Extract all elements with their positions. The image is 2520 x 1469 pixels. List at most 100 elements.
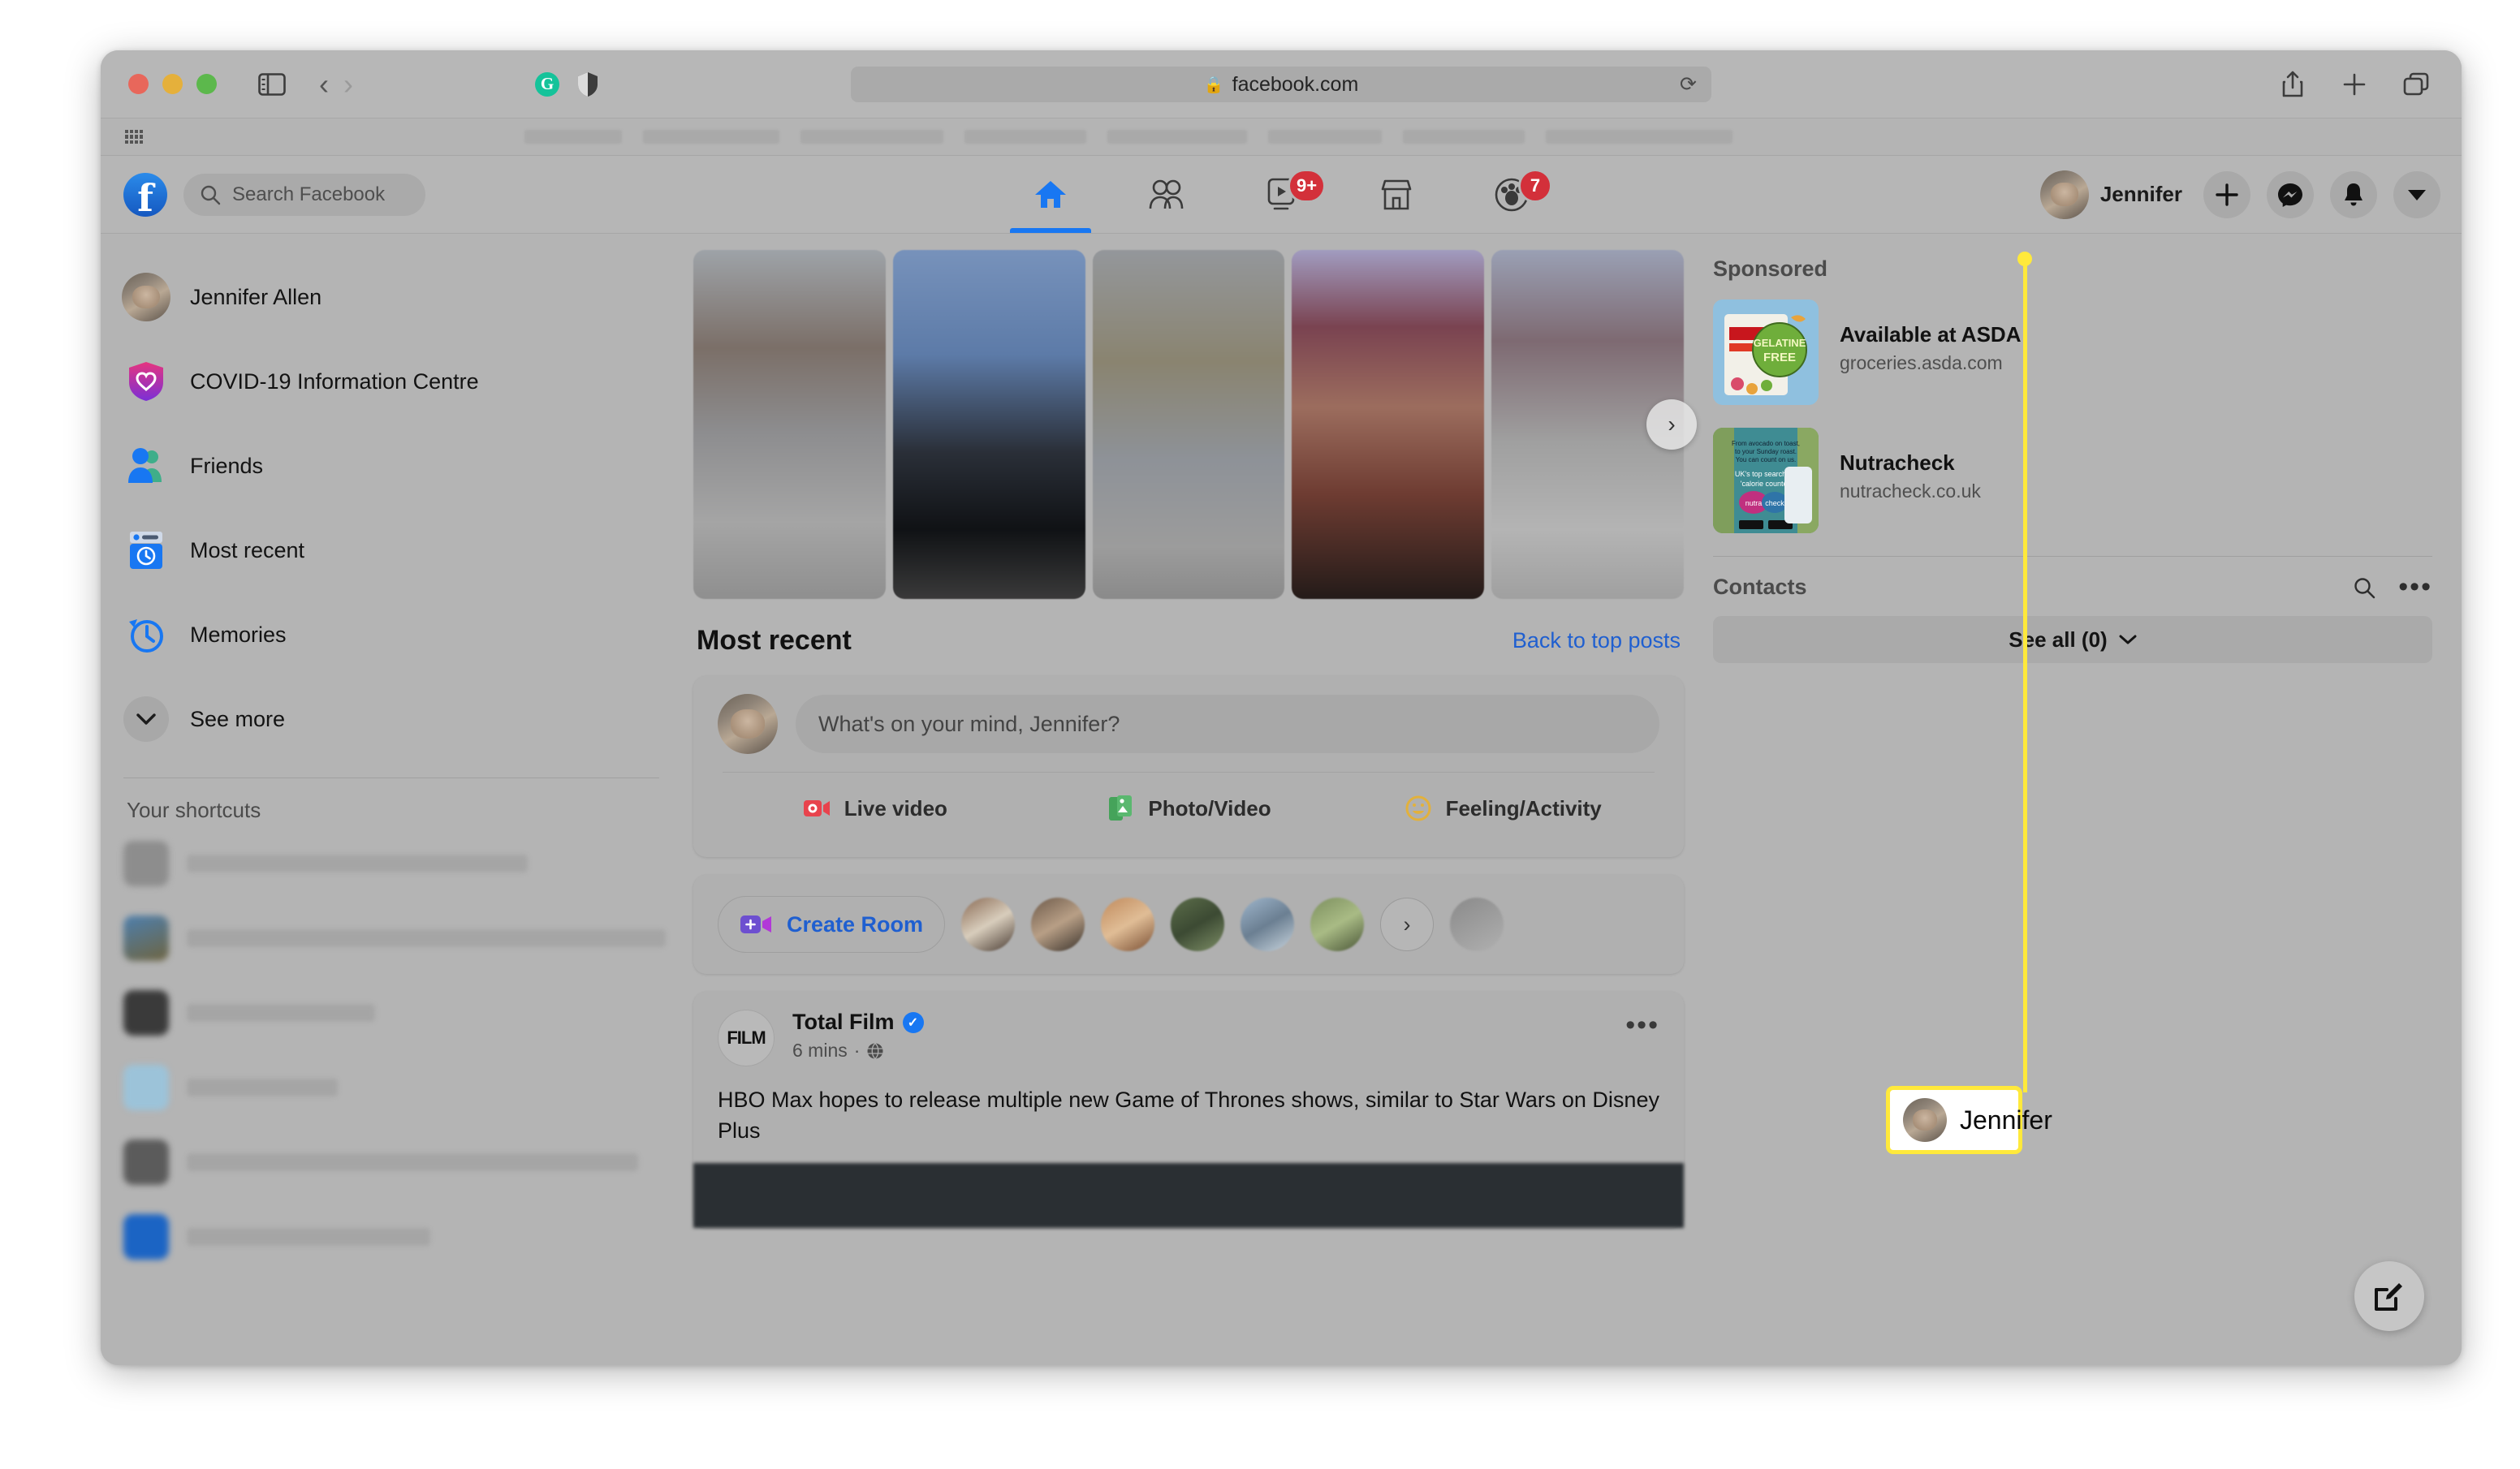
live-video-button[interactable]: Live video (718, 778, 1032, 839)
create-room-button[interactable]: Create Room (718, 896, 946, 953)
back-to-top-posts-link[interactable]: Back to top posts (1512, 628, 1681, 653)
facebook-topnav: f Search Facebook 9+ 7 Jennifer (101, 156, 2462, 234)
tab-marketplace[interactable] (1339, 156, 1454, 233)
room-participant-avatar[interactable] (1171, 898, 1225, 951)
stories-next-button[interactable]: › (1646, 399, 1697, 450)
sidebar-item-memories[interactable]: Memories (123, 592, 666, 677)
post-options-icon[interactable]: ••• (1625, 1010, 1659, 1041)
forward-button[interactable]: › (343, 69, 353, 99)
contacts-search-icon[interactable] (2353, 576, 2375, 599)
shortcut-item[interactable] (123, 1139, 666, 1185)
new-tab-plus-icon[interactable] (2337, 67, 2372, 102)
facebook-nav-tabs[interactable]: 9+ 7 (993, 156, 1569, 233)
shortcut-item[interactable] (123, 1065, 666, 1110)
svg-text:check: check (1765, 499, 1784, 507)
sidebar-item-covid-centre[interactable]: COVID-19 Information Centre (123, 339, 666, 424)
composer-input[interactable]: What's on your mind, Jennifer? (796, 695, 1659, 753)
address-bar[interactable]: 🔒 facebook.com ⟳ (851, 67, 1711, 102)
shortcut-item[interactable] (123, 1214, 666, 1260)
browser-extensions[interactable]: G (535, 71, 598, 97)
post-separator: · (853, 1040, 861, 1061)
sponsored-ad-item[interactable]: From avocado on toast, to your Sunday roa… (1713, 428, 2432, 533)
contacts-actions: ••• (2353, 573, 2432, 601)
ad-image[interactable]: From avocado on toast, to your Sunday roa… (1713, 428, 1819, 533)
profile-menu-button[interactable]: Jennifer (2039, 170, 2187, 219)
post-text: HBO Max hopes to release multiple new Ga… (718, 1088, 1659, 1144)
shield-icon[interactable] (577, 71, 598, 97)
room-participant-avatar[interactable] (1310, 898, 1365, 951)
room-participant-avatar[interactable] (1450, 898, 1504, 951)
tab-badge-groups: 7 (1518, 169, 1552, 203)
story-card[interactable] (1092, 250, 1285, 599)
shortcut-item[interactable] (123, 841, 666, 886)
tab-groups[interactable]: 7 (1454, 156, 1569, 233)
highlighted-contact-callout[interactable]: Jennifer (1886, 1086, 2052, 1154)
room-participant-avatar[interactable] (1031, 898, 1085, 951)
sidebar-item-see-more[interactable]: See more (123, 677, 666, 761)
bookmark-item[interactable] (1107, 130, 1247, 144)
browser-navigation[interactable]: ‹ › (319, 69, 353, 99)
story-card[interactable] (1292, 250, 1485, 599)
rooms-next-button[interactable]: › (1380, 898, 1435, 951)
tab-friends[interactable] (1108, 156, 1223, 233)
room-participant-avatar[interactable] (1101, 898, 1155, 951)
sidebar-toggle-icon[interactable] (254, 67, 290, 102)
sponsored-ad-item[interactable]: GELATINE FREE Available at ASDA groceries… (1713, 299, 2432, 405)
bookmark-item[interactable] (1403, 130, 1525, 144)
maximize-window-button[interactable] (196, 74, 217, 94)
window-controls[interactable] (128, 74, 217, 94)
browser-toolbar-right[interactable] (2275, 67, 2434, 102)
notifications-button[interactable] (2330, 170, 2377, 218)
sidebar-item-most-recent[interactable]: Most recent (123, 508, 666, 592)
see-all-contacts-button[interactable]: See all (0) (1713, 616, 2432, 663)
tab-watch[interactable]: 9+ (1223, 156, 1339, 233)
page-logo[interactable]: FILM (718, 1010, 775, 1066)
svg-text:You can count on us.: You can count on us. (1736, 456, 1796, 463)
account-menu-button[interactable] (2393, 170, 2440, 218)
photo-video-button[interactable]: Photo/Video (1032, 778, 1346, 839)
feeling-activity-button[interactable]: Feeling/Activity (1345, 778, 1659, 839)
story-card[interactable] (892, 250, 1085, 599)
sidebar-item-friends[interactable]: Friends (123, 424, 666, 508)
room-participant-avatar[interactable] (1241, 898, 1295, 951)
stories-tray[interactable]: › (693, 250, 1697, 599)
tab-overview-icon[interactable] (2398, 67, 2434, 102)
shortcut-item[interactable] (123, 990, 666, 1036)
back-button[interactable]: ‹ (319, 69, 329, 99)
svg-text:From avocado on toast,: From avocado on toast, (1732, 440, 1800, 447)
minimize-window-button[interactable] (162, 74, 183, 94)
grammarly-icon[interactable]: G (535, 71, 559, 97)
bookmark-item[interactable] (800, 130, 943, 144)
bookmark-item[interactable] (1268, 130, 1382, 144)
shortcut-label (187, 1153, 638, 1171)
facebook-body: Jennifer Allen COVID-19 Information Cent… (101, 234, 2462, 1365)
share-icon[interactable] (2275, 67, 2311, 102)
sidebar-item-jennifer-allen[interactable]: Jennifer Allen (122, 255, 666, 339)
close-window-button[interactable] (128, 74, 149, 94)
create-plus-button[interactable] (2203, 170, 2250, 218)
post-author-name[interactable]: Total Film (792, 1010, 895, 1035)
contacts-more-options-icon[interactable]: ••• (2398, 573, 2432, 601)
facebook-logo-icon[interactable]: f (123, 172, 167, 217)
shortcut-thumb (123, 915, 169, 961)
bookmark-item[interactable] (643, 130, 779, 144)
right-sidebar: Sponsored GELATINE FREE Available at ASDA… (1692, 234, 2462, 1365)
shortcut-item[interactable] (123, 915, 666, 961)
rooms-row: Create Room › (718, 893, 1659, 956)
room-participant-avatar[interactable] (961, 898, 1016, 951)
search-input[interactable]: Search Facebook (183, 173, 425, 216)
bookmark-item[interactable] (1546, 130, 1732, 144)
contacts-heading: Contacts (1713, 575, 1807, 599)
bookmark-item[interactable] (964, 130, 1086, 144)
ad-image[interactable]: GELATINE FREE (1713, 299, 1819, 405)
chevron-down-icon (2119, 635, 2137, 645)
messenger-button[interactable] (2267, 170, 2314, 218)
bookmarks-bar[interactable] (101, 118, 2462, 156)
bookmark-item[interactable] (524, 130, 622, 144)
compose-message-fab[interactable] (2354, 1261, 2424, 1331)
story-card[interactable] (693, 250, 886, 599)
reload-icon[interactable]: ⟳ (1680, 72, 1697, 97)
post-image[interactable] (693, 1162, 1684, 1228)
tab-home[interactable] (993, 156, 1108, 233)
bookmarks-grid-icon[interactable] (125, 129, 143, 144)
